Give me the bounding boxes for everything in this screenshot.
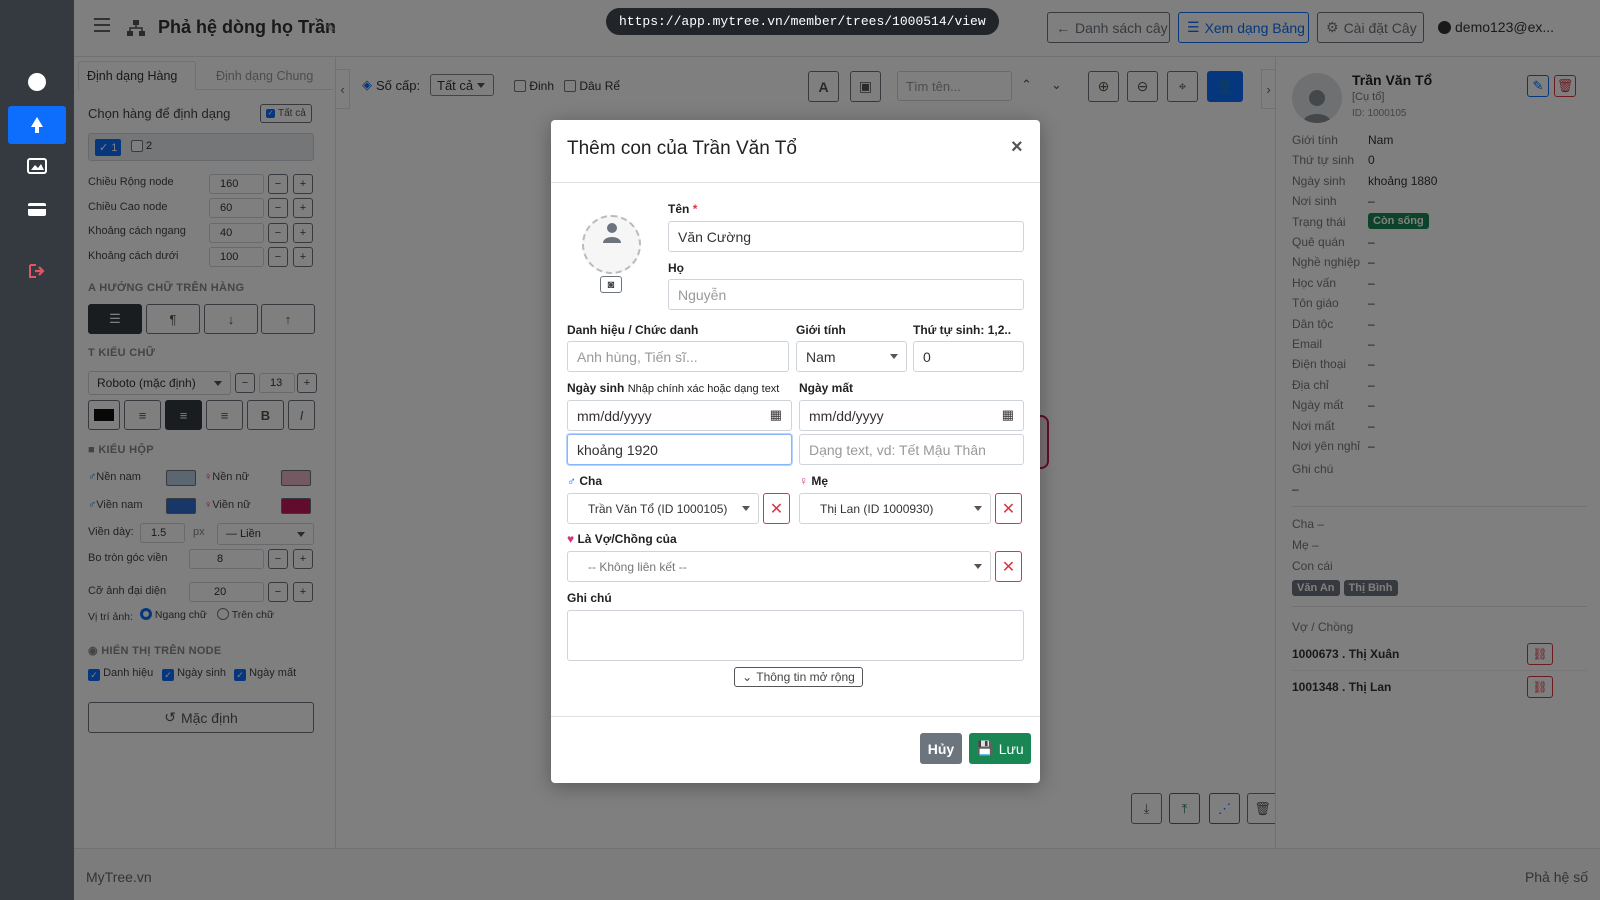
app-sidebar [0, 0, 74, 900]
clear-spouse-button[interactable]: ✕ [995, 551, 1022, 582]
gender-label: Giới tính [796, 323, 846, 337]
expand-info-button[interactable]: ⌄ Thông tin mở rộng [734, 667, 863, 687]
honor-label: Danh hiệu / Chức danh [567, 323, 699, 337]
name-label: Tên * [668, 202, 698, 216]
home-icon[interactable] [8, 63, 66, 101]
close-icon[interactable]: × [1011, 136, 1023, 159]
birth-label: Ngày sinh Nhập chính xác hoặc dạng text [567, 381, 780, 395]
spouse-select[interactable]: -- Không liên kết -- [567, 551, 991, 582]
modal-footer-divider [551, 716, 1040, 717]
calendar-icon[interactable]: ▦ [1002, 407, 1014, 423]
death-text-input[interactable]: Dạng text, vd: Tết Mậu Thân [799, 434, 1024, 465]
cancel-button[interactable]: Hủy [920, 733, 962, 764]
modal-header-divider [551, 182, 1040, 183]
calendar-icon[interactable]: ▦ [770, 407, 782, 423]
note-label: Ghi chú [567, 591, 612, 605]
birth-order-label: Thứ tự sinh: 1,2.. [913, 323, 1012, 337]
father-select[interactable]: Trần Văn Tổ (ID 1000105) [567, 493, 759, 524]
death-label: Ngày mất [799, 381, 854, 395]
death-date-input[interactable]: mm/dd/yyyy ▦ [799, 400, 1024, 431]
modal-title: Thêm con của Trần Văn Tổ [567, 138, 797, 159]
birth-order-input[interactable]: 0 [913, 341, 1024, 372]
mother-label: ♀ Mẹ [799, 474, 829, 488]
gender-select[interactable]: Nam [796, 341, 907, 372]
note-textarea[interactable] [567, 610, 1024, 661]
name-input[interactable]: Văn Cường [668, 221, 1024, 252]
logout-icon[interactable] [8, 252, 66, 290]
url-display: https://app.mytree.vn/member/trees/10005… [606, 8, 999, 35]
heart-icon: ♥ [567, 532, 575, 546]
surname-label: Họ [668, 261, 684, 275]
save-button[interactable]: 💾 Lưu [969, 733, 1031, 764]
birth-text-input[interactable]: khoảng 1920 [567, 434, 792, 465]
surname-input[interactable]: Nguyễn [668, 279, 1024, 310]
card-icon[interactable] [8, 190, 66, 228]
spouse-of-label: ♥ Là Vợ/Chồng của [567, 532, 677, 546]
tree-icon[interactable] [8, 106, 66, 144]
images-icon[interactable] [8, 147, 66, 185]
add-child-modal: Thêm con của Trần Văn Tổ × ◙ Tên * Văn C… [551, 120, 1040, 783]
floppy-icon: 💾 [976, 740, 994, 756]
camera-icon[interactable]: ◙ [600, 276, 622, 293]
avatar-upload[interactable] [582, 215, 641, 274]
chevron-down-icon: ⌄ [742, 670, 753, 684]
male-icon: ♂ [567, 474, 576, 488]
birth-date-input[interactable]: mm/dd/yyyy ▦ [567, 400, 792, 431]
female-icon: ♀ [799, 474, 808, 488]
father-label: ♂ Cha [567, 474, 603, 488]
clear-mother-button[interactable]: ✕ [995, 493, 1022, 524]
honor-input[interactable]: Anh hùng, Tiến sĩ... [567, 341, 789, 372]
clear-father-button[interactable]: ✕ [763, 493, 790, 524]
mother-select[interactable]: Thị Lan (ID 1000930) [799, 493, 991, 524]
